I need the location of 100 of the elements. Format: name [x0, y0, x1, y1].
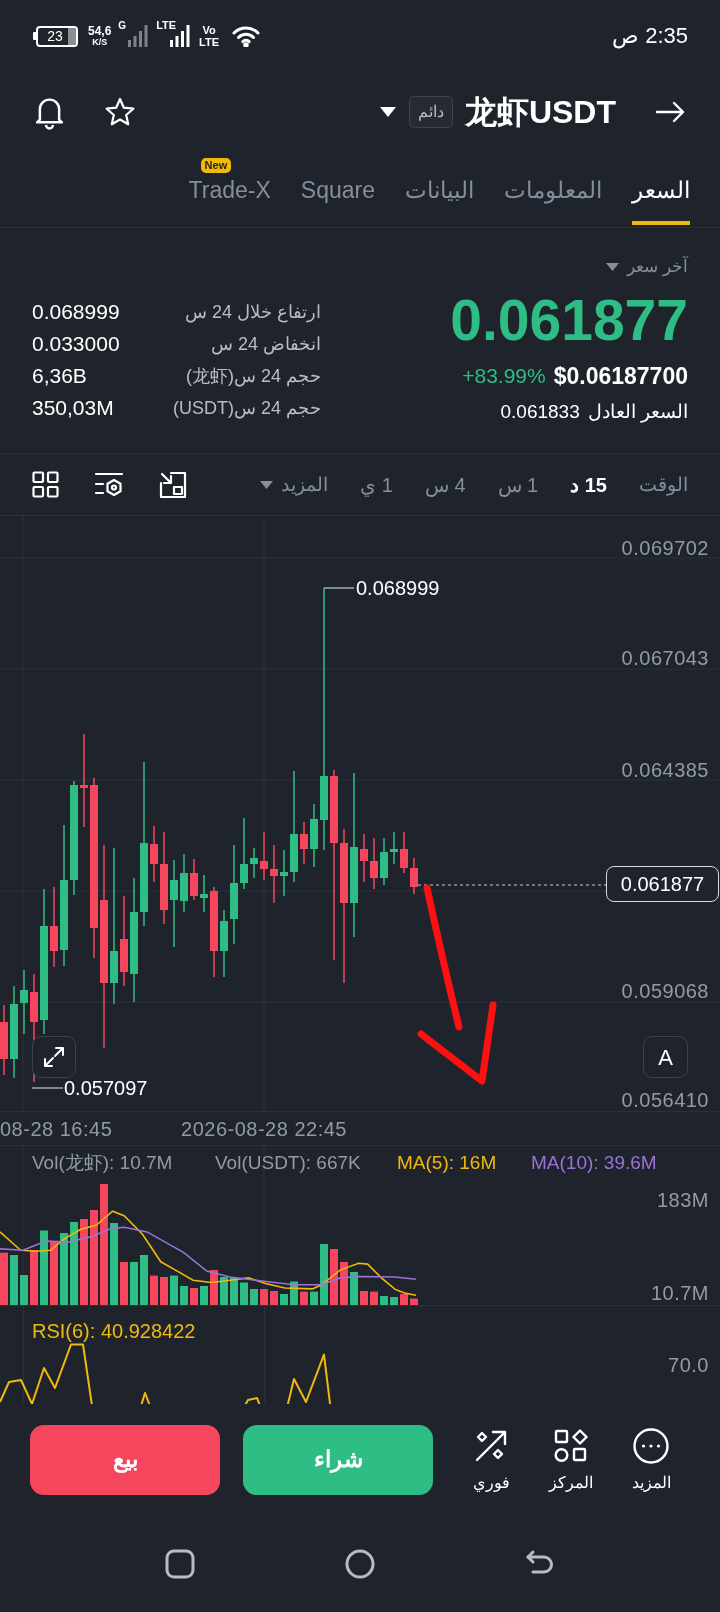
tab[interactable]: Square — [300, 152, 375, 227]
volume-bar — [390, 1297, 398, 1305]
tab[interactable]: السعر — [632, 152, 690, 227]
tab[interactable]: المعلومات — [504, 152, 602, 227]
stat-value: 350,03M — [32, 396, 114, 420]
time-axis-label: 2026-08-28 22:45 — [181, 1118, 347, 1140]
volume-bar — [220, 1277, 228, 1305]
price-axis-label: 0.064385 — [621, 759, 709, 781]
window-arrow-icon[interactable] — [159, 470, 187, 499]
action-button[interactable]: المزيد — [616, 1426, 686, 1493]
buy-button[interactable]: شراء — [243, 1424, 433, 1495]
recents-icon[interactable] — [165, 1548, 195, 1579]
more-icon — [632, 1426, 670, 1465]
volte-label: LTE — [199, 36, 220, 48]
candle — [250, 847, 258, 879]
legend-text: Vol(USDT): 667K — [215, 1152, 361, 1174]
more-dropdown[interactable]: المزيد — [260, 472, 329, 497]
sell-button[interactable]: بيع — [30, 1424, 220, 1495]
legend-text: Vol(龙虾): 10.7M — [32, 1152, 173, 1174]
high-price-label: 0.068999 — [356, 577, 440, 599]
volume-bar — [380, 1296, 388, 1305]
price-change: +83.99% — [462, 363, 546, 389]
rsi-axis-label: 70.0 — [668, 1354, 709, 1376]
candle — [380, 837, 388, 886]
candle — [370, 837, 378, 890]
volume-bar — [10, 1255, 18, 1305]
volume-bar — [200, 1286, 208, 1305]
volume-axis-label: 10.7M — [650, 1282, 709, 1304]
candle — [260, 831, 268, 881]
perpetual-badge: دائم — [408, 96, 453, 128]
new-badge: New — [200, 158, 232, 173]
low-price-label: 0.057097 — [64, 1079, 148, 1097]
volume-bar — [170, 1275, 178, 1305]
action-button[interactable]: فوري — [456, 1426, 526, 1493]
interval-tab[interactable]: 15 د — [570, 472, 607, 497]
volume-bar — [250, 1289, 258, 1305]
fair-price-label: السعر العادل — [587, 400, 688, 424]
volume-bar — [310, 1291, 318, 1305]
network-speed: 54,6 — [88, 25, 112, 37]
candle — [360, 833, 368, 883]
pair-title[interactable]: 龙虾USDT — [464, 96, 616, 128]
price-tag: 0.061877 — [606, 866, 719, 902]
star-icon[interactable] — [104, 96, 136, 128]
clock-time: 2:35 ص — [612, 25, 688, 47]
interval-tab[interactable]: 4 س — [424, 472, 466, 497]
price-axis-label: 0.067043 — [621, 647, 709, 669]
arrow-icon[interactable] — [655, 100, 685, 124]
candle — [310, 803, 318, 868]
volume-bar — [230, 1278, 238, 1305]
candle — [150, 825, 158, 883]
caret-icon — [606, 263, 620, 271]
signal-icon — [128, 25, 149, 47]
volume-bar — [150, 1275, 158, 1305]
volume-bar — [320, 1244, 328, 1305]
auto-scale-button[interactable]: A — [643, 1036, 688, 1078]
volume-bar — [370, 1291, 378, 1305]
home-icon[interactable] — [345, 1548, 375, 1579]
candle — [300, 821, 308, 865]
volume-bar — [210, 1270, 218, 1305]
volume-bar — [410, 1298, 418, 1305]
price-axis-label: 0.059068 — [621, 980, 709, 1002]
interval-tab[interactable]: 1 س — [497, 472, 539, 497]
battery-indicator: 23 — [33, 25, 78, 47]
network-type: LTE — [156, 19, 177, 31]
volume-bar — [330, 1249, 338, 1305]
volume-bar — [270, 1291, 278, 1305]
price-axis-label: 0.056410 — [621, 1089, 709, 1111]
volume-bar — [260, 1289, 268, 1305]
stat-value: 6,36B — [32, 364, 87, 388]
caret-icon[interactable] — [379, 107, 396, 117]
settings-icon[interactable] — [94, 471, 124, 498]
candle — [400, 831, 408, 874]
legend-text: MA(10): 39.6M — [531, 1152, 657, 1174]
leader-line — [31, 1087, 64, 1089]
candle — [390, 831, 398, 865]
caret-icon — [260, 480, 274, 489]
volume-bar — [240, 1282, 248, 1305]
volume-bar — [50, 1242, 58, 1305]
candle — [0, 1004, 8, 1076]
price-axis-label: 0.069702 — [621, 537, 709, 559]
wifi-icon — [232, 25, 261, 47]
stat-label: انخفاض 24 س — [210, 333, 321, 356]
action-button[interactable]: المركز — [536, 1426, 606, 1493]
tab[interactable]: البيانات — [405, 152, 474, 227]
interval-tab[interactable]: 1 ي — [360, 472, 393, 497]
candle — [410, 857, 418, 895]
candle — [20, 969, 28, 1035]
tab[interactable]: New Trade-X — [188, 152, 271, 227]
expand-button[interactable] — [32, 1036, 76, 1078]
candle — [190, 858, 198, 901]
volume-bar — [20, 1275, 28, 1305]
volume-bar — [340, 1262, 348, 1305]
legend-text: MA(5): 16M — [397, 1152, 497, 1174]
arrow-diamonds-icon — [474, 1428, 508, 1463]
stat-value: 0.033000 — [32, 332, 120, 356]
speed-unit: K/S — [92, 38, 108, 47]
candle — [180, 853, 188, 913]
volume-bar — [0, 1252, 8, 1305]
grid-icon[interactable] — [32, 471, 59, 498]
leader-line — [323, 587, 355, 589]
